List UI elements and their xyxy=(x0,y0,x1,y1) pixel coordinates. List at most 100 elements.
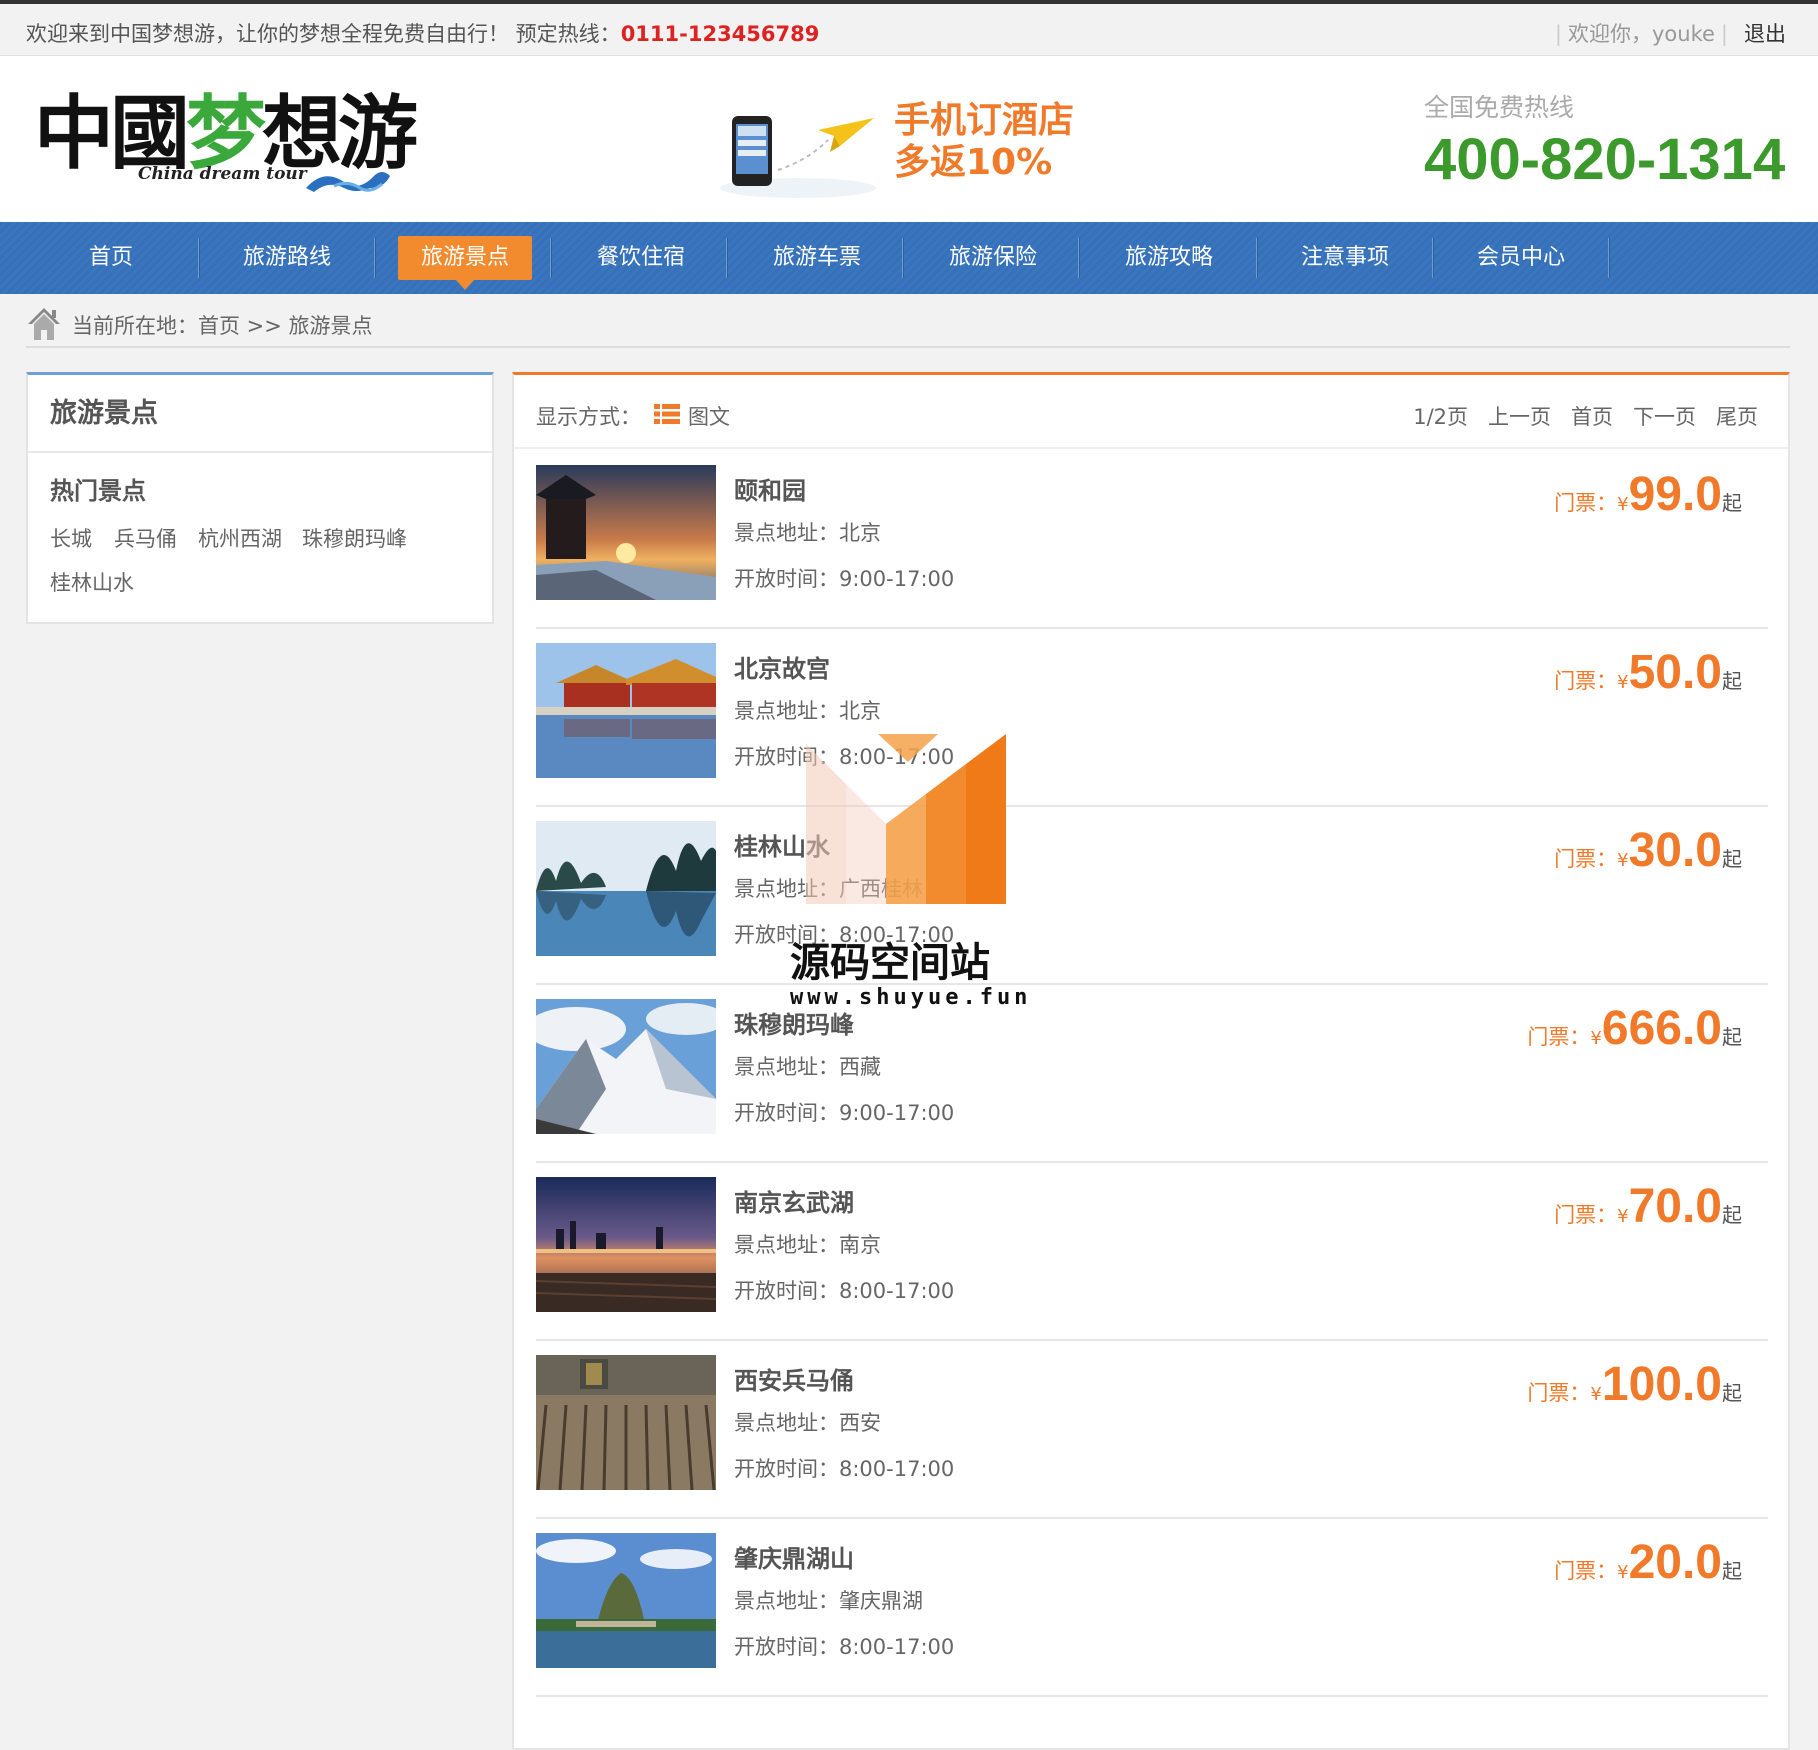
sidebar-link-guilin[interactable]: 桂林山水 xyxy=(50,567,134,597)
attraction-thumbnail[interactable] xyxy=(536,1533,716,1668)
karst-river-image xyxy=(536,821,716,956)
nav-divider xyxy=(726,238,728,278)
page-info: 1/2页 xyxy=(1413,405,1468,429)
logo-tagline: China dream tour xyxy=(138,164,307,184)
nav-divider xyxy=(1432,238,1434,278)
ticket-price: 门票：¥50.0起 xyxy=(1554,645,1742,700)
currency-symbol: ¥ xyxy=(1617,1562,1629,1583)
next-page-link[interactable]: 下一页 xyxy=(1633,405,1696,429)
attraction-thumbnail[interactable] xyxy=(536,999,716,1134)
list-item: 珠穆朗玛峰 景点地址：西藏 开放时间：9:00-17:00 门票：¥666.0起 xyxy=(536,983,1768,1163)
attraction-hours: 开放时间：8:00-17:00 xyxy=(734,1635,955,1659)
nav-divider xyxy=(198,238,200,278)
attraction-thumbnail[interactable] xyxy=(536,465,716,600)
hot-attractions-heading: 热门景点 xyxy=(50,477,146,505)
home-icon xyxy=(28,308,60,340)
list-item: 颐和园 景点地址：北京 开放时间：9:00-17:00 门票：¥99.0起 xyxy=(536,449,1768,629)
site-logo[interactable]: 中國梦想游 China dream tour xyxy=(34,78,418,198)
display-mode-value[interactable]: 图文 xyxy=(688,401,730,431)
watermark: 源码空间站 www.shuyue.fun xyxy=(790,730,1027,1020)
last-page-link[interactable]: 尾页 xyxy=(1716,405,1758,429)
price-suffix: 起 xyxy=(1722,1381,1742,1405)
list-item: 西安兵马俑 景点地址：西安 开放时间：8:00-17:00 门票：¥100.0起 xyxy=(536,1339,1768,1519)
logout-link[interactable]: 退出 xyxy=(1744,22,1786,46)
price-suffix: 起 xyxy=(1722,491,1742,515)
terracotta-army-image xyxy=(536,1355,716,1490)
booking-hotline: 0111-123456789 xyxy=(620,22,820,46)
attraction-name[interactable]: 西安兵马俑 xyxy=(734,1361,854,1396)
site-header: 中國梦想游 China dream tour 手机订酒店 多返10% 全国免费热… xyxy=(0,56,1818,222)
nav-member-center[interactable]: 会员中心 xyxy=(1454,236,1588,280)
attraction-thumbnail[interactable] xyxy=(536,821,716,956)
divider: | xyxy=(1720,22,1728,46)
sidebar-link-everest[interactable]: 珠穆朗玛峰 xyxy=(302,523,407,553)
nav-divider xyxy=(902,238,904,278)
sunset-palace-image xyxy=(536,465,716,600)
list-item: 肇庆鼎湖山 景点地址：肇庆鼎湖 开放时间：8:00-17:00 门票：¥20.0… xyxy=(536,1517,1768,1697)
welcome-text: 欢迎来到中国梦想游，让你的梦想全程免费自由行！ 预定热线：0111-123456… xyxy=(26,18,819,48)
nav-dining-lodging[interactable]: 餐饮住宿 xyxy=(574,236,708,280)
pagination: 1/2页 上一页 首页 下一页 尾页 xyxy=(1413,401,1758,431)
attraction-name[interactable]: 南京玄武湖 xyxy=(734,1183,854,1218)
attraction-name[interactable]: 颐和园 xyxy=(734,471,806,506)
lake-skyline-image xyxy=(536,1177,716,1312)
promo-text: 手机订酒店 多返10% xyxy=(894,100,1074,184)
list-view-icon[interactable] xyxy=(654,403,680,425)
attraction-name[interactable]: 北京故宫 xyxy=(734,649,830,684)
wave-icon xyxy=(306,172,390,192)
nav-divider xyxy=(1608,238,1610,278)
nav-notices[interactable]: 注意事项 xyxy=(1278,236,1412,280)
nav-insurance[interactable]: 旅游保险 xyxy=(926,236,1060,280)
nav-routes[interactable]: 旅游路线 xyxy=(220,236,354,280)
breadcrumb: 当前所在地：首页 >> 旅游景点 xyxy=(26,306,1790,348)
ticket-price: 门票：¥99.0起 xyxy=(1554,467,1742,522)
ticket-price: 门票：¥100.0起 xyxy=(1527,1357,1742,1412)
attraction-thumbnail[interactable] xyxy=(536,1355,716,1490)
currency-symbol: ¥ xyxy=(1617,494,1629,515)
price-label: 门票： xyxy=(1554,491,1618,515)
list-item: 桂林山水 景点地址：广西桂林 开放时间：8:00-17:00 门票：¥30.0起 xyxy=(536,805,1768,985)
mobile-promo-banner[interactable]: 手机订酒店 多返10% xyxy=(718,92,1078,202)
user-area: | 欢迎你，youke | 退出 xyxy=(1549,18,1786,48)
price-value: 70.0 xyxy=(1628,1180,1722,1233)
nav-divider xyxy=(550,238,552,278)
top-bar: 欢迎来到中国梦想游，让你的梦想全程免费自由行！ 预定热线：0111-123456… xyxy=(0,0,1818,56)
price-label: 门票： xyxy=(1554,1203,1618,1227)
attraction-thumbnail[interactable] xyxy=(536,1177,716,1312)
ticket-price: 门票：¥20.0起 xyxy=(1554,1535,1742,1590)
snow-mountain-image xyxy=(536,999,716,1134)
attraction-address: 景点地址：西安 xyxy=(734,1411,881,1435)
price-suffix: 起 xyxy=(1722,1559,1742,1583)
attraction-thumbnail[interactable] xyxy=(536,643,716,778)
sidebar-link-terracotta[interactable]: 兵马俑 xyxy=(114,523,177,553)
watermark-logo-icon xyxy=(806,734,1006,904)
nav-guides[interactable]: 旅游攻略 xyxy=(1102,236,1236,280)
ticket-price: 门票：¥30.0起 xyxy=(1554,823,1742,878)
nav-divider xyxy=(1256,238,1258,278)
watermark-url: www.shuyue.fun xyxy=(790,985,1032,1010)
price-value: 20.0 xyxy=(1628,1536,1722,1589)
price-suffix: 起 xyxy=(1722,1203,1742,1227)
first-page-link[interactable]: 首页 xyxy=(1571,405,1613,429)
currency-symbol: ¥ xyxy=(1617,672,1629,693)
watermark-title: 源码空间站 xyxy=(790,940,990,986)
price-suffix: 起 xyxy=(1722,847,1742,871)
promo-line-2: 多返10% xyxy=(894,142,1053,183)
nav-tickets[interactable]: 旅游车票 xyxy=(750,236,884,280)
list-item: 北京故宫 景点地址：北京 开放时间：8:00-17:00 门票：¥50.0起 xyxy=(536,627,1768,807)
nav-divider xyxy=(374,238,376,278)
attraction-address: 景点地址：北京 xyxy=(734,521,881,545)
price-label: 门票： xyxy=(1527,1381,1591,1405)
price-suffix: 起 xyxy=(1722,669,1742,693)
attraction-hours: 开放时间：8:00-17:00 xyxy=(734,1279,955,1303)
nav-home[interactable]: 首页 xyxy=(44,236,178,280)
currency-symbol: ¥ xyxy=(1590,1028,1602,1049)
nav-attractions[interactable]: 旅游景点 xyxy=(398,236,532,290)
phone-plane-icon xyxy=(720,116,876,198)
prev-page-link[interactable]: 上一页 xyxy=(1488,405,1551,429)
sidebar-link-west-lake[interactable]: 杭州西湖 xyxy=(198,523,282,553)
sidebar-link-great-wall[interactable]: 长城 xyxy=(50,523,92,553)
attraction-name[interactable]: 肇庆鼎湖山 xyxy=(734,1539,854,1574)
welcome-message: 欢迎来到中国梦想游，让你的梦想全程免费自由行！ 预定热线： xyxy=(26,22,621,46)
attractions-list-panel: 显示方式： 图文 1/2页 上一页 首页 下一页 尾页 颐和园 景点地址：北京 开放时间… xyxy=(512,372,1790,1750)
